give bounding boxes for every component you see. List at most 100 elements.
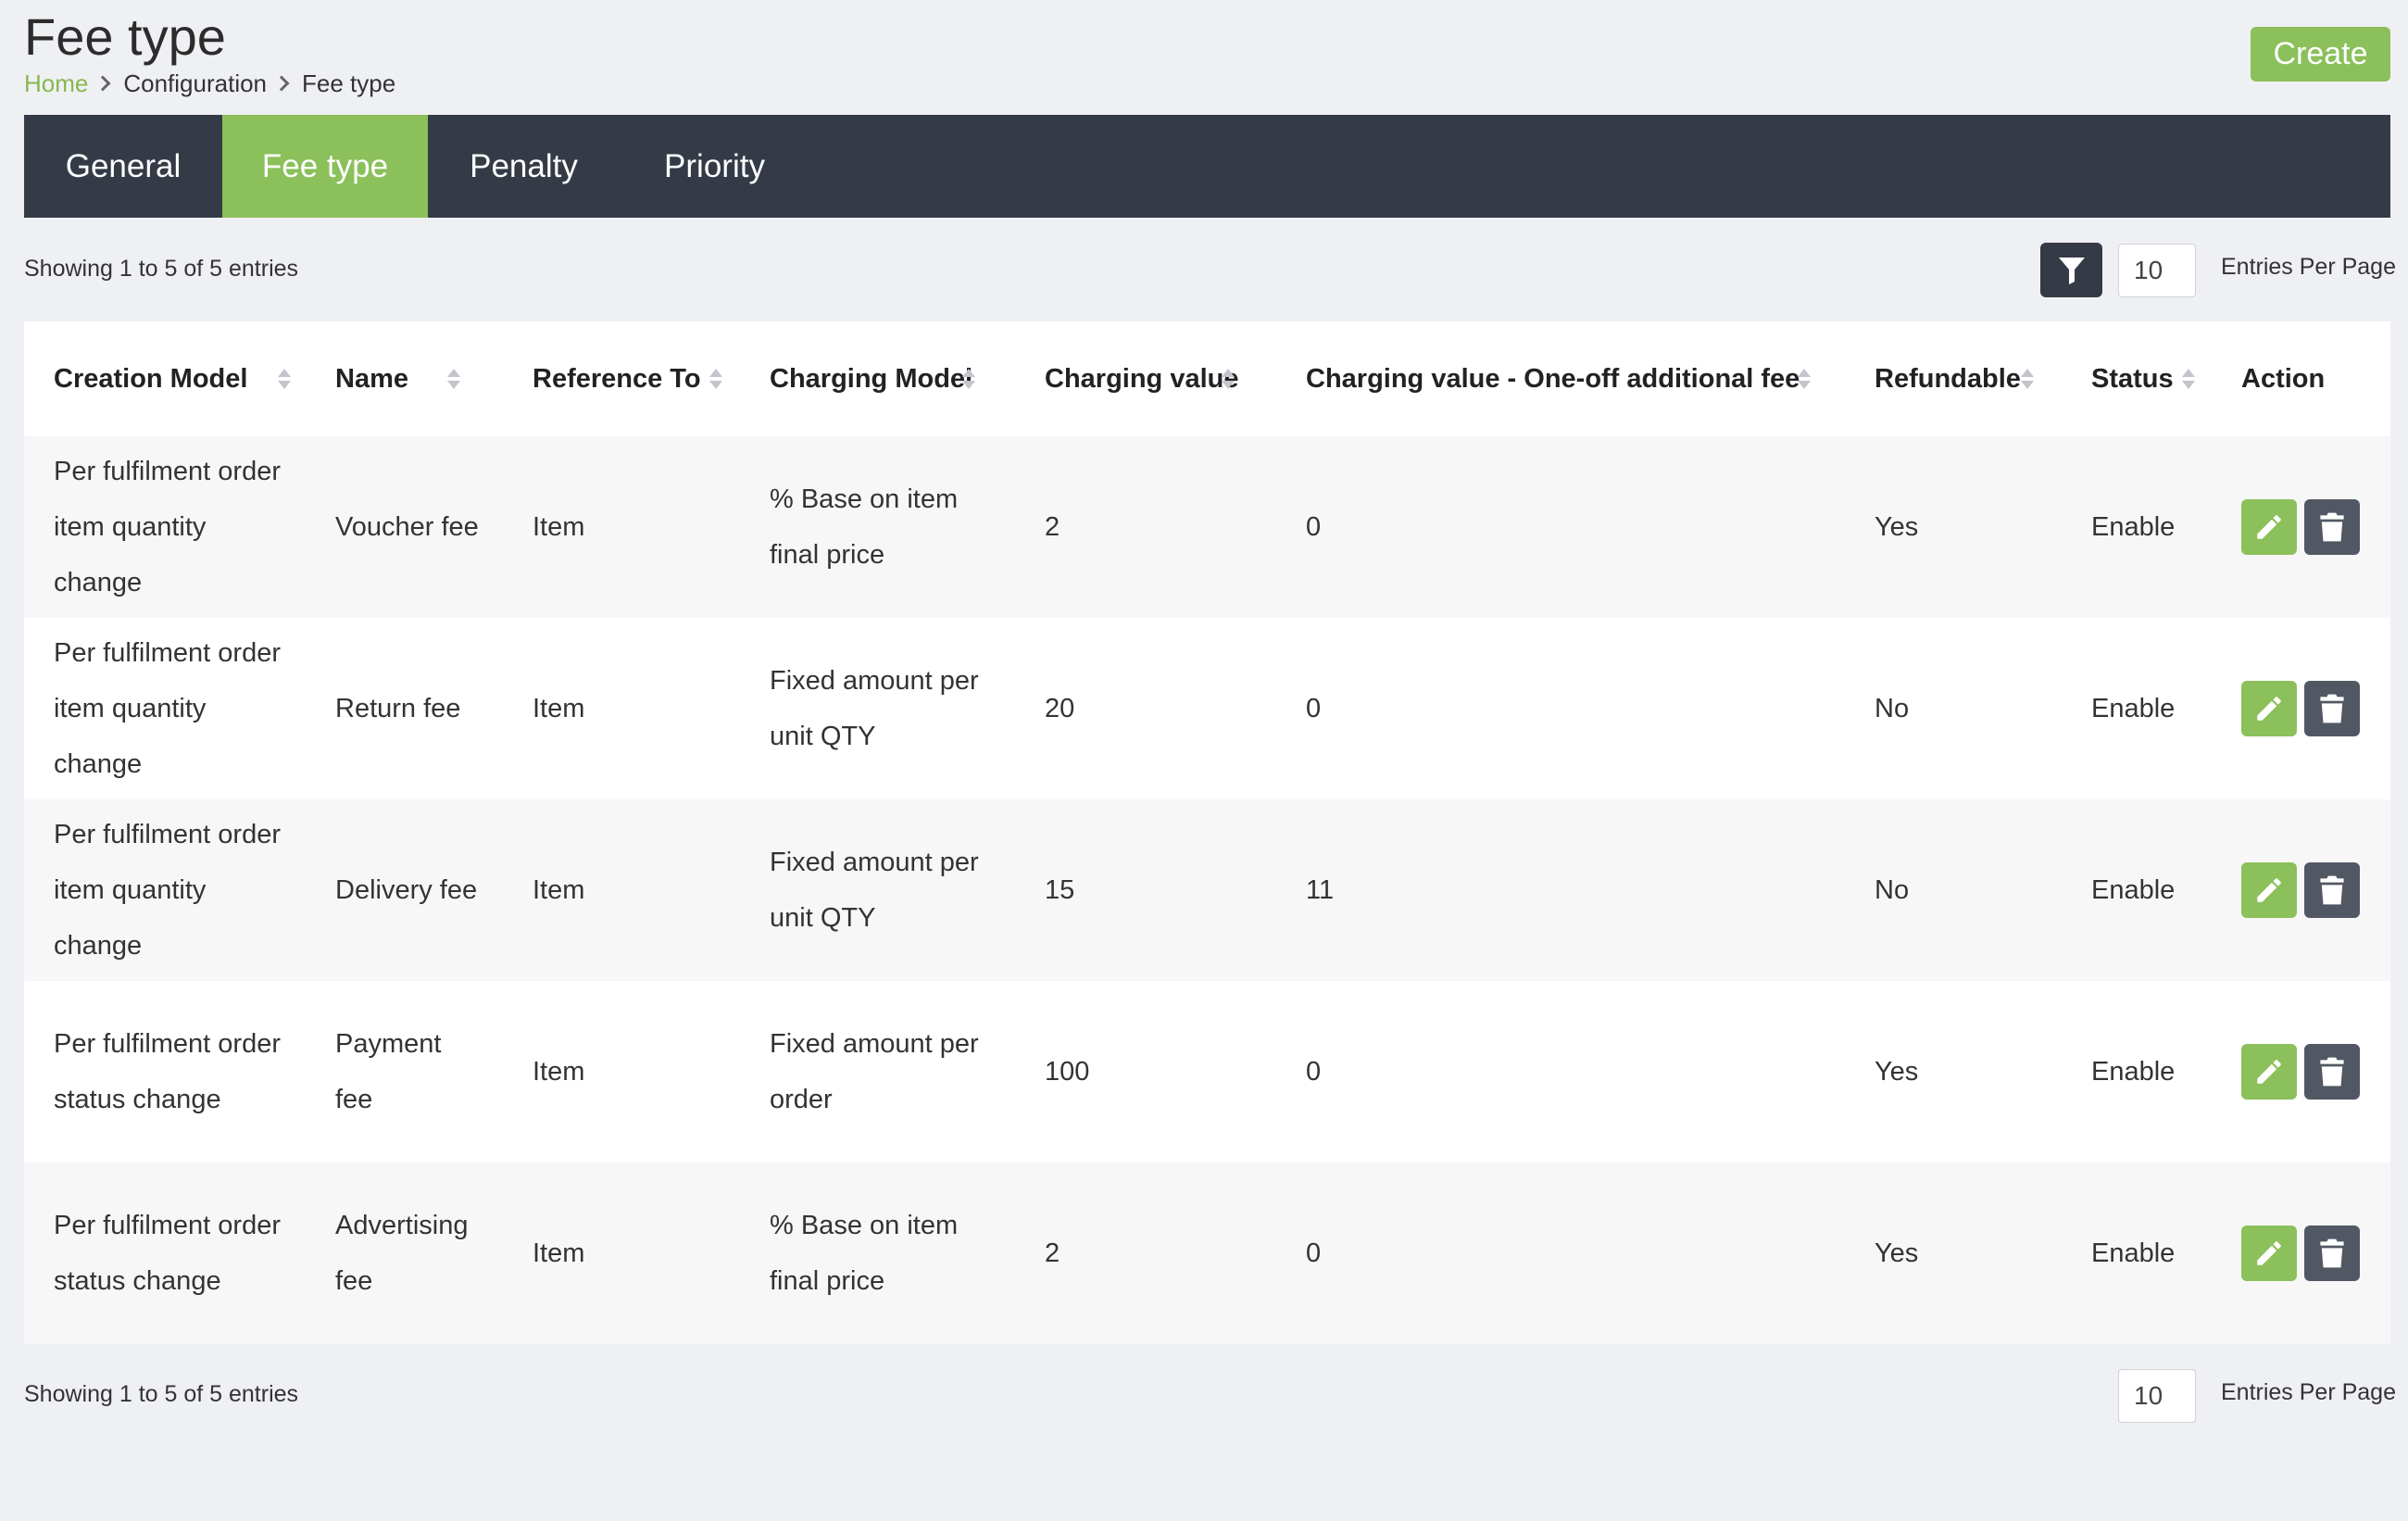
- sort-icon: [447, 369, 460, 389]
- cell-reference-to: Item: [503, 618, 740, 799]
- cell-one-off-fee: 0: [1276, 436, 1845, 618]
- cell-charging-value: 2: [1015, 436, 1276, 618]
- sort-icon: [1798, 369, 1811, 389]
- column-header-charging-value[interactable]: Charging value: [1015, 321, 1276, 436]
- cell-action: [2212, 618, 2390, 799]
- pencil-icon: [2257, 1241, 2281, 1265]
- chevron-right-icon: [94, 75, 111, 92]
- delete-button[interactable]: [2304, 499, 2360, 555]
- table-row: Per fulfilment order item quantity chang…: [24, 436, 2390, 618]
- cell-charging-model: Fixed amount per unit QTY: [740, 618, 1015, 799]
- cell-reference-to: Item: [503, 981, 740, 1163]
- cell-refundable: No: [1845, 799, 2062, 981]
- cell-charging-model: % Base on item final price: [740, 436, 1015, 618]
- column-header-refundable[interactable]: Refundable: [1845, 321, 2062, 436]
- breadcrumb: Home Configuration Fee type: [24, 67, 395, 100]
- cell-name: Delivery fee: [306, 799, 503, 981]
- cell-charging-value: 2: [1015, 1163, 1276, 1344]
- cell-one-off-fee: 11: [1276, 799, 1845, 981]
- cell-status: Enable: [2062, 799, 2212, 981]
- edit-button[interactable]: [2241, 862, 2297, 918]
- trash-icon: [2320, 1238, 2344, 1268]
- per-page-input-top[interactable]: [2118, 244, 2196, 297]
- column-header-action: Action: [2241, 363, 2326, 394]
- cell-charging-model: Fixed amount per unit QTY: [740, 799, 1015, 981]
- cell-name: Return fee: [306, 618, 503, 799]
- cell-refundable: Yes: [1845, 436, 2062, 618]
- cell-creation-model: Per fulfilment order status change: [24, 981, 306, 1163]
- tab-general[interactable]: General: [24, 115, 222, 218]
- entries-info-top: Showing 1 to 5 of 5 entries: [24, 256, 299, 282]
- sort-icon: [2021, 369, 2034, 389]
- table-row: Per fulfilment order item quantity chang…: [24, 618, 2390, 799]
- column-header-creation-model[interactable]: Creation Model: [24, 321, 306, 436]
- edit-button[interactable]: [2241, 681, 2297, 736]
- trash-icon: [2320, 1057, 2344, 1087]
- sort-icon: [962, 369, 975, 389]
- breadcrumb-home-link[interactable]: Home: [24, 67, 88, 100]
- cell-name: Voucher fee: [306, 436, 503, 618]
- per-page-input-bottom[interactable]: [2118, 1369, 2196, 1423]
- column-header-one-off-fee[interactable]: Charging value - One-off additional fee: [1276, 321, 1845, 436]
- trash-icon: [2320, 694, 2344, 723]
- cell-creation-model: Per fulfilment order item quantity chang…: [24, 618, 306, 799]
- cell-charging-value: 20: [1015, 618, 1276, 799]
- cell-one-off-fee: 0: [1276, 618, 1845, 799]
- breadcrumb-current: Fee type: [302, 69, 396, 97]
- cell-status: Enable: [2062, 1163, 2212, 1344]
- tab-bar: General Fee type Penalty Priority: [24, 115, 2390, 218]
- cell-creation-model: Per fulfilment order item quantity chang…: [24, 436, 306, 618]
- sort-icon: [278, 369, 291, 389]
- cell-action: [2212, 436, 2390, 618]
- edit-button[interactable]: [2241, 1044, 2297, 1100]
- pencil-icon: [2257, 697, 2281, 721]
- cell-creation-model: Per fulfilment order status change: [24, 1163, 306, 1344]
- pencil-icon: [2257, 878, 2281, 902]
- cell-status: Enable: [2062, 436, 2212, 618]
- cell-refundable: Yes: [1845, 1163, 2062, 1344]
- cell-reference-to: Item: [503, 799, 740, 981]
- per-page-label-bottom: Entries Per Page: [2221, 1379, 2396, 1405]
- cell-reference-to: Item: [503, 436, 740, 618]
- cell-creation-model: Per fulfilment order item quantity chang…: [24, 799, 306, 981]
- delete-button[interactable]: [2304, 1044, 2360, 1100]
- column-header-name[interactable]: Name: [306, 321, 503, 436]
- column-header-status[interactable]: Status: [2062, 321, 2212, 436]
- cell-reference-to: Item: [503, 1163, 740, 1344]
- create-button[interactable]: Create: [2251, 27, 2390, 82]
- pencil-icon: [2257, 515, 2281, 539]
- table-row: Per fulfilment order item quantity chang…: [24, 799, 2390, 981]
- cell-charging-model: % Base on item final price: [740, 1163, 1015, 1344]
- page-title: Fee type: [24, 7, 226, 66]
- sort-icon: [2182, 369, 2195, 389]
- cell-charging-value: 15: [1015, 799, 1276, 981]
- trash-icon: [2320, 512, 2344, 542]
- delete-button[interactable]: [2304, 1226, 2360, 1281]
- tab-priority[interactable]: Priority: [620, 115, 809, 218]
- cell-action: [2212, 1163, 2390, 1344]
- cell-one-off-fee: 0: [1276, 981, 1845, 1163]
- cell-action: [2212, 981, 2390, 1163]
- edit-button[interactable]: [2241, 499, 2297, 555]
- edit-button[interactable]: [2241, 1226, 2297, 1281]
- filter-button[interactable]: [2040, 243, 2102, 297]
- trash-icon: [2320, 875, 2344, 905]
- cell-action: [2212, 799, 2390, 981]
- per-page-label-top: Entries Per Page: [2221, 254, 2396, 280]
- delete-button[interactable]: [2304, 681, 2360, 736]
- column-header-charging-model[interactable]: Charging Model: [740, 321, 1015, 436]
- tab-penalty[interactable]: Penalty: [428, 115, 620, 218]
- pencil-icon: [2257, 1060, 2281, 1084]
- cell-one-off-fee: 0: [1276, 1163, 1845, 1344]
- cell-charging-model: Fixed amount per order: [740, 981, 1015, 1163]
- cell-refundable: Yes: [1845, 981, 2062, 1163]
- breadcrumb-configuration-link[interactable]: Configuration: [123, 67, 267, 100]
- cell-name: Payment fee: [306, 981, 503, 1163]
- delete-button[interactable]: [2304, 862, 2360, 918]
- cell-name: Advertising fee: [306, 1163, 503, 1344]
- cell-refundable: No: [1845, 618, 2062, 799]
- sort-icon: [1222, 369, 1235, 389]
- tab-fee-type[interactable]: Fee type: [222, 115, 428, 218]
- fee-type-table: Creation Model Name Reference To Chargin…: [24, 321, 2390, 1344]
- column-header-reference-to[interactable]: Reference To: [503, 321, 740, 436]
